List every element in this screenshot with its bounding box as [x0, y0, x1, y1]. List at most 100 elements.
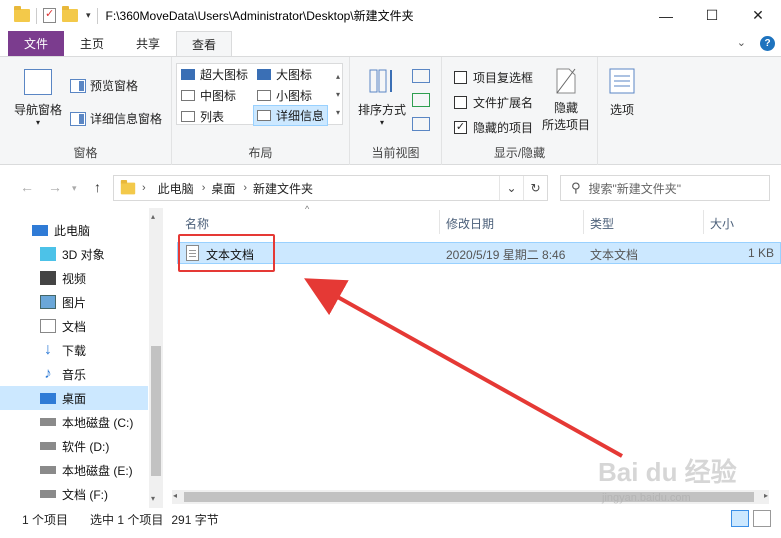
details-icon — [257, 110, 271, 121]
scroll-up-arrow-icon[interactable]: ▴ — [151, 212, 155, 221]
hidden-items-toggle[interactable]: ✓ 隐藏的项目 — [454, 119, 533, 136]
file-modified: 2020/5/19 星期二 8:46 — [446, 248, 566, 262]
search-box[interactable]: ⚲ 搜索"新建文件夹" — [560, 175, 770, 201]
up-arrow-icon[interactable]: ↑ — [94, 179, 101, 195]
details-view-icon[interactable] — [731, 510, 749, 527]
computer-icon — [32, 224, 48, 236]
minimize-button[interactable]: — — [643, 0, 689, 31]
maximize-button[interactable]: ☐ — [689, 0, 735, 31]
ribbon-tabs: 文件 主页 共享 查看 ⌄ ? — [0, 31, 781, 56]
options-icon — [609, 68, 635, 94]
group-by-icon[interactable] — [412, 69, 430, 83]
file-extensions-toggle[interactable]: 文件扩展名 — [454, 94, 533, 111]
tab-file[interactable]: 文件 — [8, 31, 64, 56]
tab-share[interactable]: 共享 — [120, 31, 176, 56]
group-label: 显示/隐藏 — [493, 146, 546, 160]
item-checkboxes-toggle[interactable]: 项目复选框 — [454, 69, 533, 86]
nav-item-this-pc[interactable]: 此电脑 — [0, 218, 148, 242]
large-icons-view-icon[interactable] — [753, 510, 771, 527]
watermark-brand: Bai du 经验 — [598, 457, 737, 487]
group-label: 窗格 — [73, 146, 98, 160]
address-dropdown-chevron-icon[interactable]: ⌄ — [499, 176, 523, 200]
nav-item-videos[interactable]: 视频 — [0, 266, 148, 290]
customize-toolbar-chevron-down-icon[interactable]: ▾ — [86, 10, 91, 21]
refresh-icon[interactable]: ↻ — [523, 176, 547, 200]
layout-medium-icons[interactable]: 中图标 — [181, 87, 236, 104]
nav-item-drive-e[interactable]: 本地磁盘 (E:) — [0, 458, 148, 482]
close-button[interactable]: ✕ — [735, 0, 781, 31]
nav-item-music[interactable]: ♪ 音乐 — [0, 362, 148, 386]
add-columns-icon[interactable] — [412, 93, 430, 107]
breadcrumb-this-pc[interactable]: 此电脑 › — [158, 180, 206, 197]
file-type: 文本文档 — [590, 248, 639, 262]
column-headers: ^ 名称 修改日期 类型 大小 — [163, 204, 781, 236]
layout-gallery: 超大图标 大图标 中图标 小图标 列表 详细信息 ▴ ▾ ▾ — [176, 63, 343, 126]
breadcrumb-desktop[interactable]: 桌面 › — [211, 180, 247, 197]
options-button[interactable]: 选项 — [608, 67, 636, 118]
sort-by-button[interactable]: 排序方式 ▾ — [358, 67, 406, 127]
scroll-down-arrow-icon[interactable]: ▾ — [151, 494, 155, 503]
size-all-columns-icon[interactable] — [412, 117, 430, 131]
nav-item-downloads[interactable]: ↓ 下载 — [0, 338, 148, 362]
preview-pane-button[interactable]: 预览窗格 — [70, 77, 138, 94]
chevron-right-icon: › — [201, 182, 206, 194]
layout-small-icons[interactable]: 小图标 — [257, 87, 312, 104]
scroll-right-arrow-icon[interactable]: ▸ — [764, 491, 768, 500]
folder-icon — [14, 6, 30, 22]
layout-details[interactable]: 详细信息 — [253, 105, 329, 126]
status-item-count: 1 个项目 — [22, 512, 69, 527]
back-arrow-icon[interactable]: ← — [20, 179, 34, 195]
scrollbar-thumb[interactable] — [151, 346, 161, 476]
preview-pane-icon — [70, 78, 86, 93]
help-icon[interactable]: ? — [760, 36, 775, 51]
column-modified[interactable]: 修改日期 — [446, 215, 494, 232]
forward-arrow-icon[interactable]: → — [48, 179, 62, 195]
window-title: F:\360MoveData\Users\Administrator\Deskt… — [105, 9, 414, 23]
properties-icon[interactable] — [43, 7, 56, 23]
scroll-left-arrow-icon[interactable]: ◂ — [173, 491, 177, 500]
hide-selected-button[interactable]: 隐藏 所选项目 — [542, 67, 590, 133]
column-name[interactable]: 名称 — [185, 215, 209, 232]
medium-icons-icon — [181, 90, 195, 101]
layout-list[interactable]: 列表 — [181, 108, 224, 125]
collapse-ribbon-chevron-down-icon[interactable]: ⌄ — [737, 36, 746, 51]
checkbox — [454, 96, 467, 109]
column-type[interactable]: 类型 — [590, 215, 614, 232]
details-pane-icon — [70, 111, 86, 126]
quick-access-toolbar: ▾ — [0, 0, 98, 31]
window-controls: — ☐ ✕ — [643, 0, 781, 31]
nav-item-desktop[interactable]: 桌面 — [0, 386, 148, 410]
show-hide-group: 项目复选框 文件扩展名 ✓ 隐藏的项目 隐藏 所选项目 显示/隐藏 — [442, 57, 598, 165]
new-folder-icon[interactable] — [62, 6, 78, 22]
nav-item-pictures[interactable]: 图片 — [0, 290, 148, 314]
nav-item-drive-f[interactable]: 文档 (F:) — [0, 482, 148, 506]
drive-icon — [40, 490, 56, 498]
status-bar: 1 个项目 选中 1 个项目 291 字节 — [0, 508, 781, 530]
drive-icon — [40, 418, 56, 426]
group-label: 当前视图 — [371, 146, 420, 160]
navigation-pane-scrollbar[interactable]: ▴ ▾ — [149, 208, 163, 508]
nav-item-3d-objects[interactable]: 3D 对象 — [0, 242, 148, 266]
breadcrumb-new-folder[interactable]: 新建文件夹 — [253, 180, 313, 197]
panes-group: 导航窗格 ▾ 预览窗格 详细信息窗格 窗格 — [0, 57, 172, 165]
chevron-down-icon: ▾ — [36, 118, 41, 127]
tab-view[interactable]: 查看 — [176, 31, 232, 56]
column-size[interactable]: 大小 — [710, 215, 734, 232]
layout-extra-large-icons[interactable]: 超大图标 — [181, 66, 248, 83]
layout-scroll-arrows[interactable]: ▴ ▾ ▾ — [336, 68, 340, 122]
recent-locations-chevron-icon[interactable]: ▾ — [72, 183, 77, 194]
address-bar[interactable]: › 此电脑 › 桌面 › 新建文件夹 ⌄ ↻ — [113, 175, 548, 201]
navigation-pane-button[interactable]: 导航窗格 ▾ — [14, 69, 62, 127]
navigation-pane: 此电脑 3D 对象 视频 图片 文档 ↓ 下载 ♪ 音乐 桌面 本地磁盘 (C:) … — [0, 208, 163, 508]
large-icons-icon — [257, 69, 271, 80]
file-size: 1 KB — [748, 246, 775, 260]
nav-item-drive-c[interactable]: 本地磁盘 (C:) — [0, 410, 148, 434]
nav-item-documents[interactable]: 文档 — [0, 314, 148, 338]
search-icon: ⚲ — [571, 180, 581, 195]
details-pane-button[interactable]: 详细信息窗格 — [70, 110, 162, 127]
layout-large-icons[interactable]: 大图标 — [257, 66, 312, 83]
drive-icon — [40, 442, 56, 450]
tab-home[interactable]: 主页 — [64, 31, 120, 56]
documents-icon — [40, 319, 56, 333]
nav-item-drive-d[interactable]: 软件 (D:) — [0, 434, 148, 458]
